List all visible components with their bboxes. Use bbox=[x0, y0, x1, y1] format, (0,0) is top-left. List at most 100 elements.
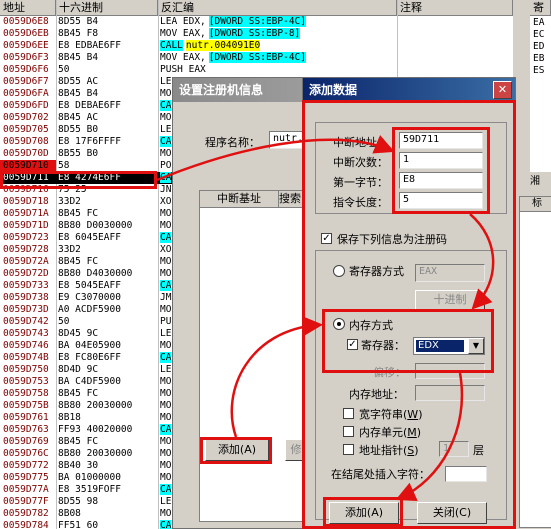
row-disasm-op: MOV EAX, bbox=[160, 52, 206, 63]
header-hex[interactable]: 十六进制 bbox=[56, 0, 158, 16]
row-address: 0059D73D bbox=[3, 304, 49, 315]
right-list[interactable]: 标 bbox=[519, 196, 551, 528]
row-disasm-operand: [DWORD SS:EBP-4C] bbox=[208, 16, 306, 27]
offset-field[interactable] bbox=[415, 363, 485, 379]
break-addr-label: 中断地址： bbox=[333, 136, 388, 149]
row-hex: E8 5045EAFF bbox=[58, 280, 121, 291]
close-button[interactable]: 关闭(C) bbox=[417, 502, 487, 524]
row-address: 0059D772 bbox=[3, 460, 49, 471]
addr-pointer-checkbox[interactable] bbox=[343, 444, 354, 455]
row-hex: 8B45 F8 bbox=[58, 28, 99, 39]
col-header-break-addr[interactable]: 中断基址 bbox=[200, 191, 279, 208]
add-button[interactable]: 添加(A) bbox=[329, 502, 399, 524]
row-disasm-op: JN bbox=[160, 184, 172, 195]
header-reg[interactable]: 寄 bbox=[530, 0, 551, 16]
add-data-dialog: 添加数据 ✕ 中断地址： 59D711 中断次数： 1 第一字节： E8 指令长… bbox=[302, 77, 516, 529]
row-address: 0059D76C bbox=[3, 448, 49, 459]
table-row[interactable]: 0059D6EE E8 EDBAE6FF CALL nutr.004091E0 bbox=[0, 40, 551, 52]
inst-len-field[interactable]: 5 bbox=[399, 192, 483, 209]
save-checkbox[interactable]: ✓ bbox=[321, 233, 332, 244]
row-disasm-op: PUSH EAX bbox=[160, 64, 206, 75]
row-address: 0059D753 bbox=[3, 376, 49, 387]
header-comment[interactable]: 注释 bbox=[397, 0, 513, 16]
first-byte-field[interactable]: E8 bbox=[399, 172, 483, 189]
breakpoint-list[interactable]: 中断基址 搜索 bbox=[199, 190, 311, 522]
chevron-down-icon[interactable]: ▼ bbox=[468, 338, 484, 354]
table-row[interactable]: 0059D6F6 50 PUSH EAX bbox=[0, 64, 551, 76]
row-disasm-op: MOV EAX, bbox=[160, 28, 206, 39]
row-disasm-op: CA bbox=[160, 100, 172, 111]
row-disasm-op: JM bbox=[160, 292, 172, 303]
table-row[interactable]: 0059D6F3 8B45 B4 MOV EAX, [DWORD SS:EBP-4C] bbox=[0, 52, 551, 64]
row-hex: 8B45 AC bbox=[58, 112, 99, 123]
row-address: 0059D6EE bbox=[3, 40, 49, 51]
row-disasm-op: MO bbox=[160, 448, 172, 459]
mem-unit-checkbox[interactable] bbox=[343, 426, 354, 437]
row-disasm-op: MO bbox=[160, 304, 172, 315]
register-checkbox[interactable]: ✓ bbox=[347, 339, 358, 350]
register-mode-select[interactable]: EAX bbox=[415, 264, 485, 282]
row-disasm-op: MO bbox=[160, 472, 172, 483]
row-address: 0059D72A bbox=[3, 256, 49, 267]
register-mode-radio[interactable] bbox=[333, 265, 345, 277]
row-hex: E9 C3070000 bbox=[58, 292, 121, 303]
save-label: 保存下列信息为注册码 bbox=[337, 233, 447, 246]
memory-mode-radio[interactable] bbox=[333, 318, 345, 330]
row-address: 0059D6F6 bbox=[3, 64, 49, 75]
close-icon[interactable]: ✕ bbox=[493, 81, 512, 99]
decimal-button[interactable]: 十进制 bbox=[415, 290, 485, 310]
header-address[interactable]: 地址 bbox=[0, 0, 56, 16]
register-select[interactable]: EDX ▼ bbox=[413, 337, 485, 355]
row-disasm-op: CA bbox=[160, 352, 172, 363]
row-hex: FF51 60 bbox=[58, 520, 99, 529]
row-address: 0059D775 bbox=[3, 472, 49, 483]
mem-addr-field[interactable] bbox=[415, 385, 485, 401]
row-address: 0059D746 bbox=[3, 340, 49, 351]
row-hex: BA 04E05900 bbox=[58, 340, 121, 351]
row-hex: 8D55 B0 bbox=[58, 124, 99, 135]
row-address: 0059D750 bbox=[3, 364, 49, 375]
register-column: EA EC ED EB ES bbox=[533, 17, 545, 76]
row-hex: 58 bbox=[58, 160, 70, 171]
row-address: 0059D702 bbox=[3, 112, 49, 123]
row-hex: 8B45 FC bbox=[58, 208, 99, 219]
row-disasm-op: LEA EDX, bbox=[160, 16, 206, 27]
row-address: 0059D782 bbox=[3, 508, 49, 519]
first-byte-label: 第一字节： bbox=[333, 176, 388, 189]
program-name-label: 程序名称： bbox=[205, 136, 260, 149]
header-disasm[interactable]: 反汇编 bbox=[158, 0, 397, 16]
pointer-level-spinner[interactable]: 1 bbox=[439, 441, 469, 457]
row-hex: 8D45 9C bbox=[58, 328, 99, 339]
add-button-bg[interactable]: 添加(A) bbox=[205, 439, 269, 461]
row-hex: FF93 40020000 bbox=[58, 424, 133, 435]
row-disasm-op: CA bbox=[160, 484, 172, 495]
row-address: 0059D728 bbox=[3, 244, 49, 255]
wide-string-checkbox[interactable] bbox=[343, 408, 354, 419]
row-hex: 33D2 bbox=[58, 244, 81, 255]
table-row[interactable]: 0059D6E8 8D55 B4 LEA EDX, [DWORD SS:EBP-4C] bbox=[0, 16, 551, 28]
row-hex: 8B45 FC bbox=[58, 388, 99, 399]
row-hex: 8B45 B4 bbox=[58, 52, 99, 63]
row-hex: 8B08 bbox=[58, 508, 81, 519]
row-hex: A0 ACDF5900 bbox=[58, 304, 121, 315]
row-address: 0059D6FD bbox=[3, 100, 49, 111]
row-disasm: MOV EAX, [DWORD SS:EBP-4C] bbox=[160, 52, 397, 64]
row-address: 0059D743 bbox=[3, 328, 49, 339]
row-address: 0059D733 bbox=[3, 280, 49, 291]
table-row[interactable]: 0059D6EB 8B45 F8 MOV EAX, [DWORD SS:EBP-8] bbox=[0, 28, 551, 40]
insert-char-field[interactable] bbox=[445, 466, 487, 482]
row-disasm-op: PU bbox=[160, 316, 172, 327]
break-addr-field[interactable]: 59D711 bbox=[399, 132, 483, 149]
row-disasm-op: MO bbox=[160, 148, 172, 159]
dialog-title: 添加数据 bbox=[303, 78, 515, 102]
row-address: 0059D710 bbox=[0, 160, 56, 172]
register-mode-label: 寄存器方式 bbox=[349, 265, 404, 278]
row-disasm-op: CALL bbox=[160, 40, 183, 51]
mem-unit-label: 内存单元(M) bbox=[359, 426, 422, 439]
row-hex: 8B80 20030000 bbox=[58, 400, 133, 411]
row-disasm-op: MO bbox=[160, 400, 172, 411]
row-address: 0059D763 bbox=[3, 424, 49, 435]
row-hex: 50 bbox=[58, 316, 70, 327]
break-count-field[interactable]: 1 bbox=[399, 152, 483, 169]
row-address: 0059D718 bbox=[3, 196, 49, 207]
